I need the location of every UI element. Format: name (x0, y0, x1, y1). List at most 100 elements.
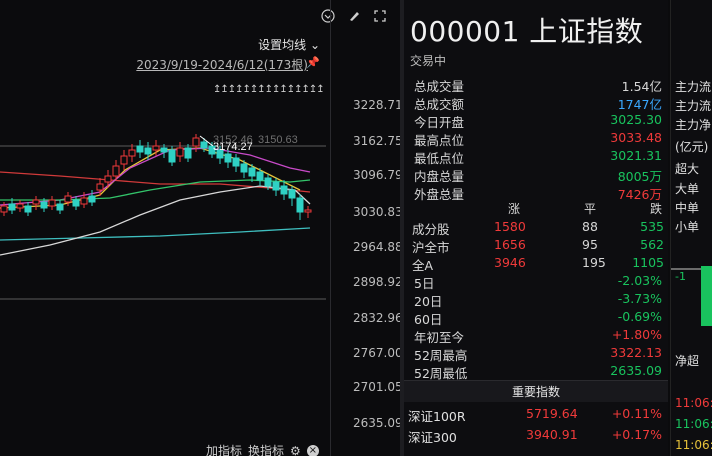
candle-body (264, 177, 272, 187)
candle-body (8, 203, 16, 211)
breadth-row: 沪全市 1656 95 562 (412, 237, 666, 255)
candle-body (120, 155, 128, 165)
candle-body (96, 183, 104, 191)
flow-bar-label: -1 (675, 270, 686, 283)
candle-body (152, 145, 160, 151)
period-label: 5日 (414, 276, 435, 291)
security-code: 000001 (410, 15, 520, 48)
kline-chart-panel[interactable]: 设置均线 ⌄ 2023/9/19-2024/6/12(173根) 📌 ↥↥↥↥↥… (0, 0, 403, 456)
breadth-fall: 535 (640, 219, 664, 234)
stat-row: 总成交额 1747亿 (414, 94, 662, 112)
flow-label: 主力流 (675, 80, 712, 94)
y-tick-label: 3096.79 (353, 168, 403, 182)
candle-body (136, 145, 144, 153)
net-flow-label: 净超 (675, 354, 700, 368)
candle-body (88, 195, 96, 203)
candle-body (296, 197, 304, 213)
period-label: 年初至今 (414, 330, 465, 345)
breadth-flat: 195 (582, 255, 606, 270)
flow-label: 中单 (675, 201, 700, 215)
candle-body (80, 197, 88, 205)
candle-body (240, 163, 248, 173)
candle-body (272, 181, 280, 191)
period-value: -0.69% (617, 309, 662, 324)
index-change: +0.11% (611, 406, 662, 421)
y-tick-label: 2767.00 (353, 346, 403, 360)
candle-body (248, 167, 256, 177)
flow-label: (亿元) (675, 140, 709, 154)
breadth-flat: 88 (582, 219, 598, 234)
candle-body (32, 199, 40, 205)
candle-body (176, 147, 184, 157)
ghost-label: 3150.63 (258, 134, 298, 146)
index-row[interactable]: 深证300 3940.91 +0.17% (408, 427, 666, 447)
index-price: 5719.64 (526, 406, 578, 421)
important-indices-header[interactable]: 重要指数 (404, 380, 668, 402)
index-row[interactable]: 深证100R 5719.64 +0.11% (408, 406, 666, 426)
indicator-links: 加指标 换指标 ⚙ × (206, 442, 319, 456)
stat-label: 总成交量 (414, 79, 465, 94)
breadth-fall: 562 (640, 237, 664, 252)
candle-body (72, 199, 80, 207)
y-tick-label: 3162.75 (353, 134, 403, 148)
flow-label: 大单 (675, 182, 700, 196)
stat-label: 最高点位 (414, 133, 465, 148)
y-tick-label: 2898.92 (353, 275, 403, 289)
candle-body (24, 205, 32, 213)
period-row: 年初至今 +1.80% (414, 327, 662, 345)
period-row: 52周最低 2635.09 (414, 363, 662, 381)
flow-label: 小单 (675, 220, 700, 234)
breadth-fall: 1105 (632, 255, 664, 270)
period-value: 3322.13 (610, 345, 662, 360)
breadth-head-fall: 跌 (650, 202, 663, 216)
flow-time: 11:06: (675, 396, 712, 410)
flow-label: 主力净 (675, 118, 712, 132)
breadth-rise: 1656 (494, 237, 526, 252)
candle-body (192, 137, 200, 147)
stat-value: 1.54亿 (621, 79, 662, 94)
stat-row: 总成交量 1.54亿 (414, 76, 662, 94)
index-name: 深证100R (408, 409, 466, 424)
breadth-name: 成分股 (412, 222, 450, 237)
close-icon[interactable]: × (306, 444, 319, 456)
stat-row: 最高点位 3033.48 (414, 130, 662, 148)
period-row: 52周最高 3322.13 (414, 345, 662, 363)
add-indicator-link[interactable]: 加指标 (206, 442, 242, 456)
period-value: -2.03% (617, 273, 662, 288)
flow-time: 11:06: (675, 438, 712, 452)
breadth-name: 全A (412, 258, 434, 273)
period-row: 20日 -3.73% (414, 291, 662, 309)
flow-label: 主力流 (675, 99, 712, 113)
period-label: 52周最高 (414, 348, 468, 363)
stat-value: 3021.31 (610, 148, 662, 163)
period-row: 60日 -0.69% (414, 309, 662, 327)
breadth-name: 沪全市 (412, 240, 450, 255)
period-row: 5日 -2.03% (414, 273, 662, 291)
stat-row: 外盘总量 7426万 (414, 184, 662, 202)
settings-icon[interactable]: ⚙ (290, 444, 301, 456)
y-tick-label: 3228.71 (353, 98, 403, 112)
stat-row: 内盘总量 8005万 (414, 166, 662, 184)
capital-flow-panel: 主力流 主力流 主力净 (亿元) 超大 大单 中单 小单 -1 净超 11:06: 11:06:… (670, 0, 712, 456)
stat-value: 3033.48 (610, 130, 662, 145)
candle-body (104, 175, 112, 183)
change-indicator-link[interactable]: 换指标 (248, 442, 284, 456)
candle-body (144, 147, 152, 155)
breadth-flat: 95 (582, 237, 598, 252)
kline-plot[interactable]: 3174.273152.46 3150.63 (0, 0, 330, 456)
candle-body (40, 201, 48, 209)
period-value: -3.73% (617, 291, 662, 306)
candle-body (184, 147, 192, 159)
candle-body (48, 199, 56, 207)
breadth-rise: 1580 (494, 219, 526, 234)
candle-body (128, 149, 136, 157)
stat-value: 3025.30 (610, 112, 662, 127)
stat-label: 最低点位 (414, 151, 465, 166)
flow-label: 超大 (675, 162, 700, 176)
candle-body (16, 203, 24, 209)
candle-body (232, 157, 240, 167)
flow-bar (701, 266, 712, 326)
trading-status: 交易中 (410, 54, 447, 68)
candle-body (224, 153, 232, 163)
candle-body (256, 171, 264, 181)
